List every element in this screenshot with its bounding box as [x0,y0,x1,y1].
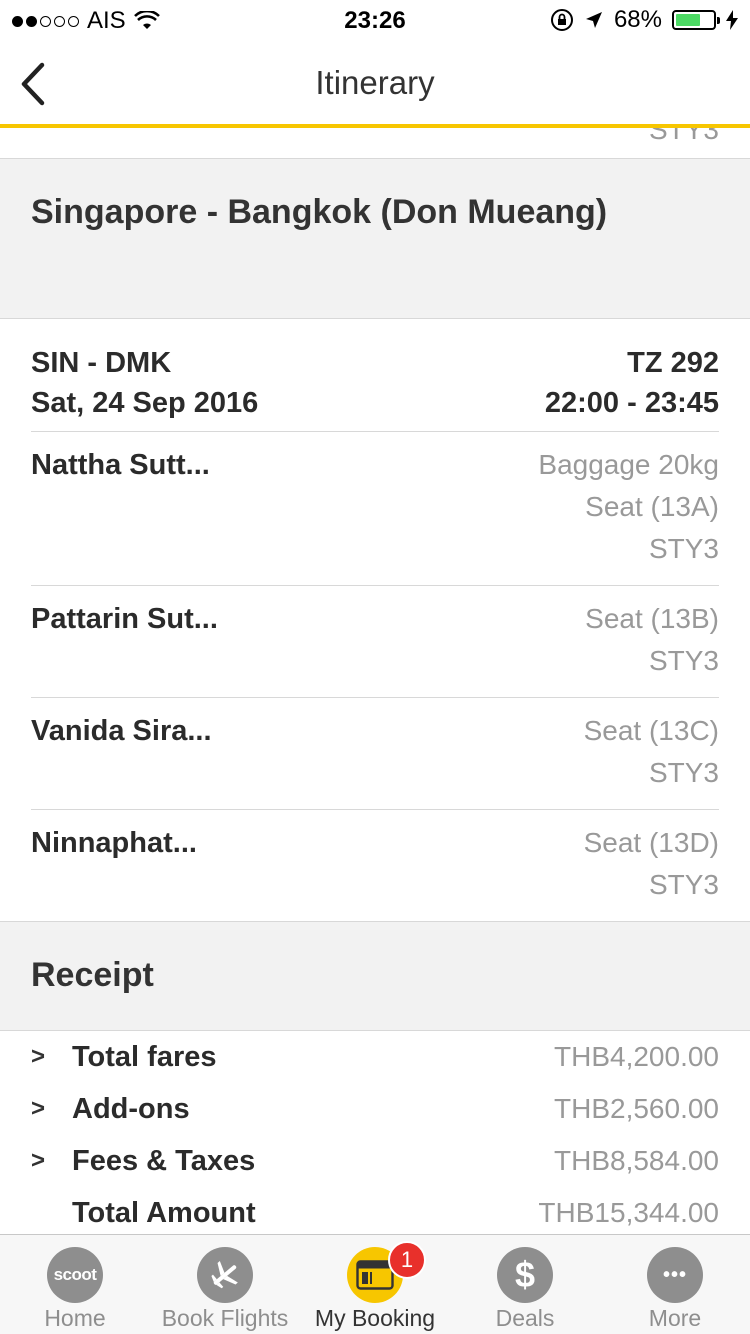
passenger-row[interactable]: Pattarin Sut... Seat (13B) STY3 [31,586,719,698]
passenger-name: Vanida Sira... [31,715,212,747]
receipt-row-fees-taxes[interactable]: > Fees & Taxes THB8,584.00 [0,1135,750,1187]
notification-badge: 1 [388,1241,426,1279]
receipt-amount: THB15,344.00 [538,1197,719,1228]
receipt-amount: THB4,200.00 [554,1041,719,1072]
charging-bolt-icon [726,10,738,30]
tab-label: Home [44,1305,106,1331]
tab-label: More [648,1305,702,1331]
tab-book-flights[interactable]: Book Flights [150,1235,300,1334]
tab-label: My Booking [314,1305,436,1331]
passenger-extra: Seat (13C) [583,715,719,746]
status-right: 68% [550,6,738,34]
receipt-row-add-ons[interactable]: > Add-ons THB2,560.00 [0,1083,750,1135]
peek-text: STY3 [648,128,719,145]
route-header: Singapore - Bangkok (Don Mueang) [0,159,750,319]
tab-bar: scoot Home Book Flights 1 My Booking $ D… [0,1234,750,1334]
passenger-extra: STY3 [648,869,719,900]
passenger-name: Pattarin Sut... [31,603,218,635]
tab-label: Book Flights [161,1305,289,1331]
passenger-extra: Seat (13B) [585,603,719,634]
scoot-logo-icon: scoot [47,1247,103,1303]
dollar-icon: $ [497,1247,553,1303]
passenger-row[interactable]: Ninnaphat... Seat (13D) STY3 [31,810,719,921]
chevron-right-icon: > [31,1043,46,1070]
passenger-extra: Baggage 20kg [538,449,719,480]
passenger-name: Ninnaphat... [31,827,197,859]
plane-icon [197,1247,253,1303]
route-title: Singapore - Bangkok (Don Mueang) [31,193,608,231]
passenger-row[interactable]: Nattha Sutt... Baggage 20kg Seat (13A) S… [31,432,719,586]
flight-summary: SIN - DMK Sat, 24 Sep 2016 TZ 292 22:00 … [31,319,719,432]
passenger-extra: Seat (13A) [585,491,719,522]
flight-times: 22:00 - 23:45 [544,387,719,419]
receipt-row-total-amount: Total Amount THB15,344.00 [0,1187,750,1234]
tab-my-booking[interactable]: 1 My Booking [300,1235,450,1334]
flight-date: Sat, 24 Sep 2016 [31,387,259,419]
tab-label: Deals [495,1305,555,1331]
receipt-row-total-fares[interactable]: > Total fares THB4,200.00 [0,1031,750,1083]
passenger-extra: STY3 [648,645,719,676]
tab-more[interactable]: ••• More [600,1235,750,1334]
receipt-label: Add-ons [72,1092,190,1125]
rotation-lock-icon [550,9,573,31]
tab-home[interactable]: scoot Home [0,1235,150,1334]
flight-number: TZ 292 [627,347,719,379]
previous-section-peek: STY3 [0,128,750,159]
receipt-amount: THB8,584.00 [554,1145,719,1176]
page-title: Itinerary [315,64,435,101]
passenger-extra: STY3 [648,533,719,564]
passenger-extras: Seat (13D) STY3 [584,822,719,921]
passenger-extra: Seat (13D) [583,827,719,858]
flight-card: SIN - DMK Sat, 24 Sep 2016 TZ 292 22:00 … [0,319,750,921]
battery-percent: 68% [613,6,662,33]
chevron-right-icon: > [31,1095,46,1122]
passenger-extra: STY3 [648,757,719,788]
battery-icon [672,10,720,30]
passenger-name: Nattha Sutt... [31,449,210,481]
chevron-right-icon: > [31,1147,46,1174]
more-dots-icon: ••• [647,1247,703,1303]
receipt-header: Receipt [0,921,750,1031]
receipt-list: > Total fares THB4,200.00 > Add-ons THB2… [0,1031,750,1234]
receipt-title: Receipt [31,956,154,994]
itinerary-scroll-view[interactable]: STY3 Singapore - Bangkok (Don Mueang) SI… [0,128,750,1234]
passenger-extras: Baggage 20kg Seat (13A) STY3 [538,444,719,585]
tab-deals[interactable]: $ Deals [450,1235,600,1334]
receipt-amount: THB2,560.00 [554,1093,719,1124]
location-arrow-icon [585,12,602,28]
receipt-label: Total Amount [72,1196,256,1229]
passenger-row[interactable]: Vanida Sira... Seat (13C) STY3 [31,698,719,810]
navigation-bar: Itinerary [0,40,750,124]
route-code: SIN - DMK [31,347,172,379]
status-bar: AIS 23:26 68% [0,0,750,40]
receipt-label: Total fares [72,1040,217,1073]
receipt-label: Fees & Taxes [72,1144,256,1177]
passenger-extras: Seat (13B) STY3 [585,598,719,697]
passenger-extras: Seat (13C) STY3 [584,710,719,809]
